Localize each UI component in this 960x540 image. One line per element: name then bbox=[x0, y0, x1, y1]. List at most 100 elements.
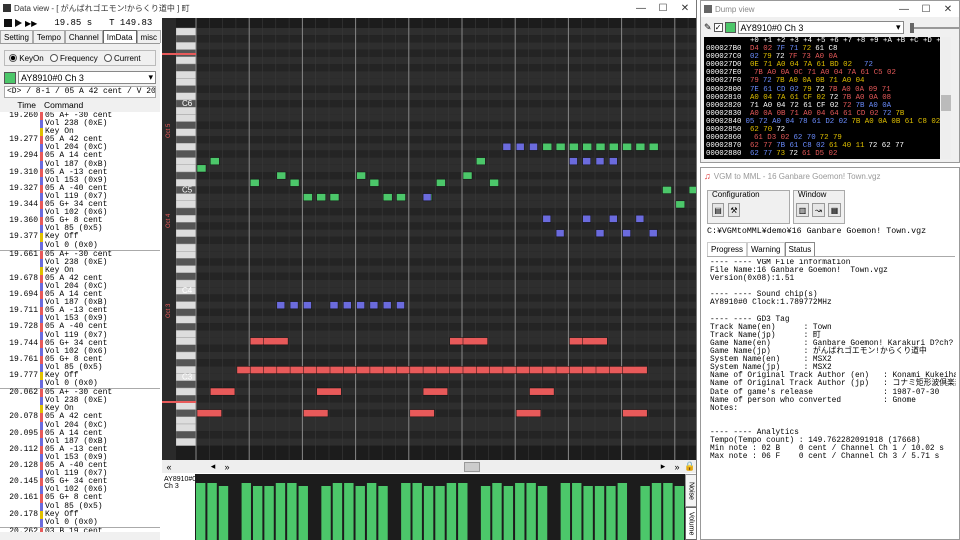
note-block[interactable] bbox=[622, 366, 648, 374]
note-block[interactable] bbox=[276, 301, 286, 310]
note-block[interactable] bbox=[489, 178, 499, 187]
event-row[interactable]: Vol 238 (0xE) bbox=[0, 119, 160, 129]
note-block[interactable] bbox=[622, 409, 648, 418]
note-block[interactable] bbox=[316, 387, 342, 396]
piano-key[interactable] bbox=[175, 438, 197, 446]
piano-key[interactable] bbox=[175, 200, 197, 209]
tab-tempo[interactable]: Tempo bbox=[32, 30, 65, 43]
piano-key[interactable] bbox=[175, 387, 197, 396]
piano-key[interactable] bbox=[175, 265, 197, 274]
tab-warning[interactable]: Warning bbox=[747, 242, 785, 256]
note-block[interactable] bbox=[289, 178, 300, 187]
scroll-thumb[interactable] bbox=[464, 461, 480, 472]
note-block[interactable] bbox=[515, 409, 542, 418]
note-block[interactable] bbox=[529, 142, 538, 151]
note-block[interactable] bbox=[635, 214, 645, 223]
piano-key[interactable] bbox=[175, 243, 197, 252]
piano-key[interactable] bbox=[175, 258, 197, 266]
note-block[interactable] bbox=[263, 337, 289, 346]
note-block[interactable] bbox=[210, 157, 220, 166]
event-row[interactable]: 20.262 03 B 19 cent bbox=[0, 527, 160, 532]
note-block[interactable] bbox=[303, 193, 313, 202]
piano-key[interactable] bbox=[175, 380, 197, 389]
piano-key[interactable] bbox=[175, 63, 197, 72]
note-block[interactable] bbox=[436, 178, 446, 187]
piano-key[interactable] bbox=[175, 171, 197, 180]
piano-key[interactable] bbox=[175, 128, 197, 137]
note-block[interactable] bbox=[569, 157, 578, 166]
scroll-rright2-button[interactable]: » bbox=[670, 462, 684, 472]
note-block[interactable] bbox=[462, 337, 488, 346]
piano-key[interactable] bbox=[175, 344, 197, 353]
note-block[interactable] bbox=[542, 214, 552, 223]
note-block[interactable] bbox=[595, 229, 605, 238]
play-icon[interactable] bbox=[15, 19, 22, 27]
radio-current[interactable]: Current bbox=[103, 54, 141, 63]
note-block[interactable] bbox=[529, 387, 555, 396]
piano-key[interactable] bbox=[175, 207, 197, 216]
col-command-header[interactable]: Command bbox=[40, 100, 83, 112]
note-block[interactable] bbox=[582, 337, 608, 346]
event-row[interactable]: Vol 0 (0x0) bbox=[0, 379, 160, 389]
piano-key[interactable] bbox=[175, 157, 197, 166]
piano-key[interactable] bbox=[175, 142, 197, 151]
piano-key[interactable] bbox=[175, 35, 197, 43]
event-list[interactable]: 19.260 05 A+ -30 cent Vol 238 (0xE) Key On 1… bbox=[0, 112, 160, 532]
piano-key[interactable] bbox=[175, 214, 197, 223]
event-row[interactable]: Vol 0 (0x0) bbox=[0, 518, 160, 527]
note-block[interactable] bbox=[210, 387, 236, 396]
stop-icon[interactable] bbox=[4, 19, 12, 27]
note-block[interactable] bbox=[462, 171, 473, 180]
dump-minimize-icon[interactable]: — bbox=[893, 4, 915, 15]
side-tab-noise[interactable]: Noise bbox=[685, 474, 696, 507]
note-block[interactable] bbox=[356, 171, 366, 180]
dump-scrollbar[interactable] bbox=[941, 37, 951, 159]
dump-slider[interactable] bbox=[909, 22, 959, 33]
radio-keyon[interactable]: KeyOn bbox=[9, 54, 44, 63]
piano-key[interactable] bbox=[175, 135, 197, 144]
window-b-button[interactable]: ↝ bbox=[812, 203, 825, 217]
dump-slider-thumb[interactable] bbox=[909, 22, 914, 33]
note-block[interactable] bbox=[422, 193, 432, 202]
note-block[interactable] bbox=[409, 409, 435, 418]
status-text[interactable]: ---- ---- VGM File information File Name:… bbox=[710, 259, 956, 539]
note-block[interactable] bbox=[515, 142, 525, 151]
close-icon[interactable]: ✕ bbox=[674, 3, 696, 14]
piano-key[interactable] bbox=[175, 416, 197, 425]
piano-key[interactable] bbox=[175, 78, 197, 86]
note-block[interactable] bbox=[609, 142, 619, 151]
tab-channel[interactable]: Channel bbox=[64, 30, 103, 43]
col-time-header[interactable]: Time bbox=[0, 100, 40, 112]
tab-imdata[interactable]: ImData bbox=[102, 30, 137, 43]
note-block[interactable] bbox=[555, 229, 565, 238]
piano-key[interactable] bbox=[175, 42, 197, 50]
note-block[interactable] bbox=[396, 301, 405, 310]
piano-key[interactable] bbox=[175, 250, 197, 259]
piano-key[interactable] bbox=[175, 193, 197, 202]
note-block[interactable] bbox=[622, 142, 632, 151]
note-block[interactable] bbox=[276, 171, 287, 180]
note-block[interactable] bbox=[635, 142, 646, 151]
note-block[interactable] bbox=[609, 157, 618, 166]
scroll-right-button[interactable]: ▸ bbox=[656, 461, 670, 472]
note-block[interactable] bbox=[303, 409, 329, 418]
note-block[interactable] bbox=[542, 142, 553, 151]
config-list-button[interactable]: ▤ bbox=[712, 203, 724, 217]
piano-key[interactable] bbox=[175, 27, 197, 36]
note-block[interactable] bbox=[356, 301, 365, 310]
piano-key[interactable] bbox=[175, 121, 197, 129]
note-block[interactable] bbox=[369, 178, 380, 187]
piano-key[interactable] bbox=[175, 150, 197, 158]
pin-icon[interactable]: ✎ bbox=[704, 22, 712, 33]
piano-key[interactable] bbox=[175, 222, 197, 230]
scroll-left-button[interactable]: ◂ bbox=[206, 461, 220, 472]
note-block[interactable] bbox=[382, 193, 393, 202]
note-block[interactable] bbox=[648, 229, 658, 238]
piano-key[interactable] bbox=[175, 351, 197, 360]
note-block[interactable] bbox=[396, 193, 406, 202]
piano-roll[interactable]: C6 C5 C4 C3 Oct 5 Oct 4 Oct 3 bbox=[162, 18, 696, 460]
tab-status[interactable]: Status bbox=[784, 242, 816, 256]
note-block[interactable] bbox=[595, 142, 606, 151]
lock-icon[interactable]: 🔒 bbox=[684, 461, 696, 472]
note-block[interactable] bbox=[595, 157, 605, 166]
